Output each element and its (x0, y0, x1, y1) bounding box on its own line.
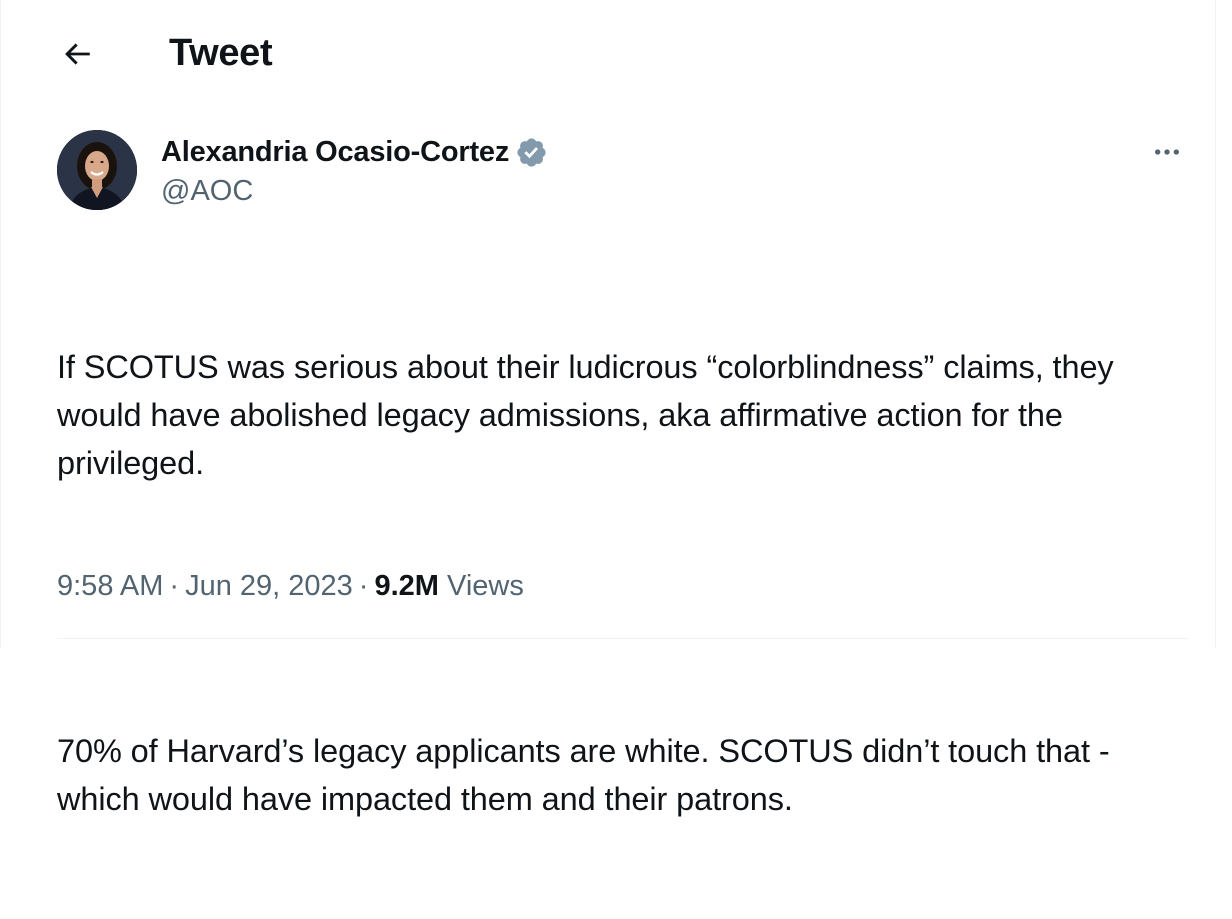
page-title: Tweet (169, 32, 273, 74)
author-display-name[interactable]: Alexandria Ocasio-Cortez (161, 132, 509, 172)
tweet-page: Tweet Alexandria Ocasio-Cortez @AOC If S… (0, 0, 1216, 817)
author-handle[interactable]: @AOC (161, 172, 548, 210)
tweet-author: Alexandria Ocasio-Cortez @AOC (57, 130, 1187, 212)
more-options-button[interactable] (1147, 132, 1187, 172)
page-header: Tweet (1, 18, 1215, 88)
views-count: 9.2M (374, 570, 439, 602)
display-name-row: Alexandria Ocasio-Cortez (161, 132, 548, 172)
arrow-left-icon (65, 43, 90, 65)
tweet-paragraph-1: If SCOTUS was serious about their ludicr… (57, 349, 1123, 481)
more-horizontal-icon (1155, 149, 1179, 155)
verified-badge-icon[interactable] (515, 136, 548, 169)
back-button[interactable] (47, 24, 107, 84)
tweet-date[interactable]: Jun 29, 2023 (185, 570, 353, 602)
author-names: Alexandria Ocasio-Cortez @AOC (161, 132, 548, 210)
tweet-time[interactable]: 9:58 AM (57, 570, 163, 602)
meta-separator: · (169, 570, 180, 602)
meta-separator: · (358, 570, 369, 602)
avatar-image (57, 130, 137, 210)
divider (57, 638, 1189, 639)
avatar[interactable] (57, 130, 137, 210)
tweet-meta: 9:58 AM · Jun 29, 2023 · 9.2M Views (57, 564, 524, 608)
tweet-paragraph-2: 70% of Harvard’s legacy applicants are w… (57, 733, 1119, 817)
views-label: Views (447, 570, 524, 602)
